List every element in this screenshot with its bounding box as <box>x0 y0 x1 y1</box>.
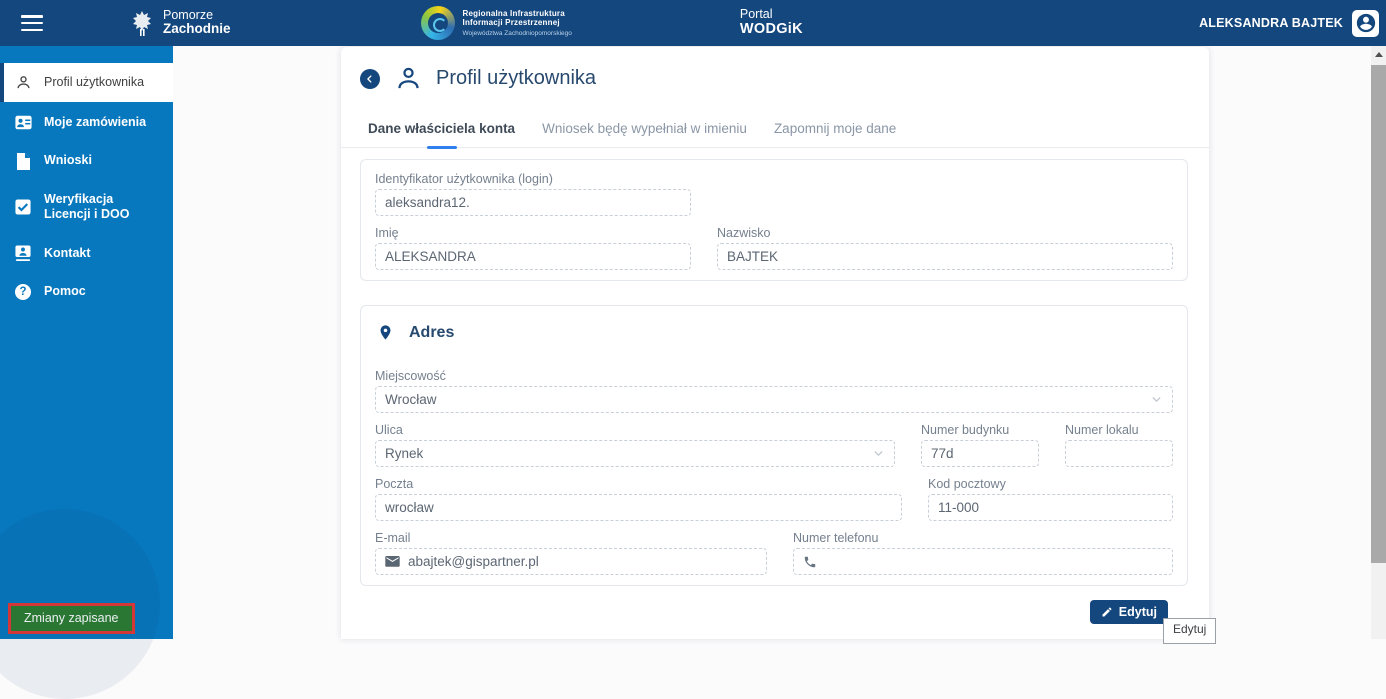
city-label: Miejscowość <box>375 369 446 383</box>
sidebar-item-label: Wnioski <box>44 153 92 168</box>
address-card: Adres Miejscowość Wrocław Ulica Rynek Nu… <box>360 305 1188 586</box>
login-label: Identyfikator użytkownika (login) <box>375 172 553 186</box>
sidebar-item-wnioski[interactable]: Wnioski <box>0 144 173 179</box>
apartment-number-field[interactable] <box>1065 440 1173 467</box>
brand-portal-line2: WODGiK <box>739 20 803 37</box>
apartment-number-label: Numer lokalu <box>1065 423 1139 437</box>
phone-label: Numer telefonu <box>793 531 879 545</box>
edit-button[interactable]: Edytuj <box>1089 600 1168 624</box>
email-label: E-mail <box>375 531 411 545</box>
brand-pomorze-line2: Zachodnie <box>163 21 231 37</box>
pomorze-zachodnie-logo: Pomorze Zachodnie <box>129 9 231 37</box>
sidebar-item-weryfikacja-licencji[interactable]: Weryfikacja Licencji i DOO <box>0 183 173 232</box>
contact-card-icon <box>13 245 33 262</box>
sidebar-item-label: Pomoc <box>44 284 86 299</box>
help-question-icon: ? <box>13 283 33 300</box>
brand-riip-line2: Informacji Przestrzennej <box>462 18 560 28</box>
user-icon <box>13 74 33 91</box>
checkbox-icon <box>13 199 33 215</box>
hamburger-menu-icon[interactable] <box>21 15 43 31</box>
tab-zapomnij-moje-dane[interactable]: Zapomnij moje dane <box>774 121 896 147</box>
postal-code-field[interactable] <box>928 494 1173 521</box>
building-number-field[interactable] <box>921 440 1039 467</box>
first-name-label: Imię <box>375 226 399 240</box>
brand-portal-line1: Portal <box>739 7 773 22</box>
page-title: Profil użytkownika <box>436 67 597 89</box>
back-button[interactable] <box>360 68 380 89</box>
tab-dane-wlasciciela-konta[interactable]: Dane właściciela konta <box>368 121 515 147</box>
city-input[interactable] <box>385 392 1150 407</box>
edit-tooltip: Edytuj <box>1163 618 1217 644</box>
first-name-field[interactable] <box>375 243 691 270</box>
street-select[interactable] <box>375 440 895 467</box>
scrollbar-thumb[interactable] <box>1371 65 1386 563</box>
phone-input[interactable] <box>825 554 1163 569</box>
portal-wodgik-logo: Portal WODGiK <box>739 7 803 38</box>
email-input[interactable] <box>408 554 757 569</box>
apartment-number-input[interactable] <box>1075 446 1163 461</box>
sidebar-item-label: Profil użytkownika <box>44 74 145 89</box>
street-label: Ulica <box>375 423 403 437</box>
chevron-down-icon <box>1150 393 1163 406</box>
post-label: Poczta <box>375 477 414 491</box>
first-name-input[interactable] <box>385 249 681 264</box>
postal-code-label: Kod pocztowy <box>928 477 1006 491</box>
sidebar-item-kontakt[interactable]: Kontakt <box>0 236 173 271</box>
document-icon <box>13 152 33 170</box>
phone-field[interactable] <box>793 548 1173 575</box>
account-data-card: Identyfikator użytkownika (login) Imię <box>360 159 1188 281</box>
pomorze-zachodnie-griffin-icon <box>129 9 155 37</box>
building-number-label: Numer budynku <box>921 423 1010 437</box>
last-name-label: Nazwisko <box>717 226 771 240</box>
sidebar-item-label: Weryfikacja Licencji i DOO <box>44 191 130 222</box>
user-outline-icon <box>395 65 422 92</box>
pencil-icon <box>1101 606 1113 618</box>
street-input[interactable] <box>385 446 872 461</box>
post-input[interactable] <box>385 500 892 515</box>
user-account-button[interactable] <box>1352 9 1379 37</box>
sidebar-item-moje-zamowienia[interactable]: Moje zamówienia <box>0 106 173 140</box>
orders-badge-icon <box>13 115 33 130</box>
sidebar-nav: Profil użytkownika Moje zamówienia Wnios… <box>0 46 173 699</box>
last-name-field[interactable] <box>717 243 1173 270</box>
riip-circle-logo <box>420 6 455 40</box>
edit-button-label: Edytuj <box>1118 605 1157 619</box>
login-field[interactable] <box>375 189 691 216</box>
main-content-area: Profil użytkownika Dane właściciela kont… <box>173 46 1371 639</box>
sidebar-item-label: Moje zamówienia <box>44 115 147 129</box>
back-chevron-icon <box>365 74 375 84</box>
email-field[interactable] <box>375 548 767 575</box>
riip-logo: Regionalna Infrastruktura Informacji Prz… <box>420 6 572 40</box>
email-icon <box>385 555 400 568</box>
brand-riip-line3: Województwa Zachodniopomorskiego <box>462 29 572 37</box>
account-circle-icon <box>1355 12 1377 34</box>
login-input[interactable] <box>385 195 681 210</box>
tab-wniosek-w-imieniu[interactable]: Wniosek będę wypełniał w imieniu <box>542 121 747 147</box>
sidebar-item-label: Kontakt <box>44 245 91 260</box>
post-field[interactable] <box>375 494 902 521</box>
city-select[interactable] <box>375 386 1173 413</box>
changes-saved-toast: Zmiany zapisane <box>8 603 135 634</box>
building-number-input[interactable] <box>931 446 1029 461</box>
location-pin-icon <box>377 322 394 343</box>
profile-panel: Profil użytkownika Dane właściciela kont… <box>341 47 1209 639</box>
last-name-input[interactable] <box>727 249 1163 264</box>
postal-code-input[interactable] <box>938 500 1163 515</box>
brand-riip-line1: Regionalna Infrastruktura <box>462 8 565 18</box>
phone-icon <box>803 555 817 569</box>
logged-user-name: ALEKSANDRA BAJTEK <box>1199 16 1343 30</box>
profile-tabs: Dane właściciela konta Wniosek będę wype… <box>341 121 1209 148</box>
scrollbar-up-arrow-icon[interactable] <box>1374 52 1383 57</box>
sidebar-item-profil-uzytkownika[interactable]: Profil użytkownika <box>0 63 173 102</box>
vertical-scrollbar[interactable] <box>1371 46 1386 639</box>
sidebar-item-pomoc[interactable]: ? Pomoc <box>0 275 173 309</box>
chevron-down-icon <box>872 447 885 460</box>
address-card-title: Adres <box>409 323 455 341</box>
app-header: Pomorze Zachodnie Regionalna Infrastrukt… <box>0 0 1386 46</box>
